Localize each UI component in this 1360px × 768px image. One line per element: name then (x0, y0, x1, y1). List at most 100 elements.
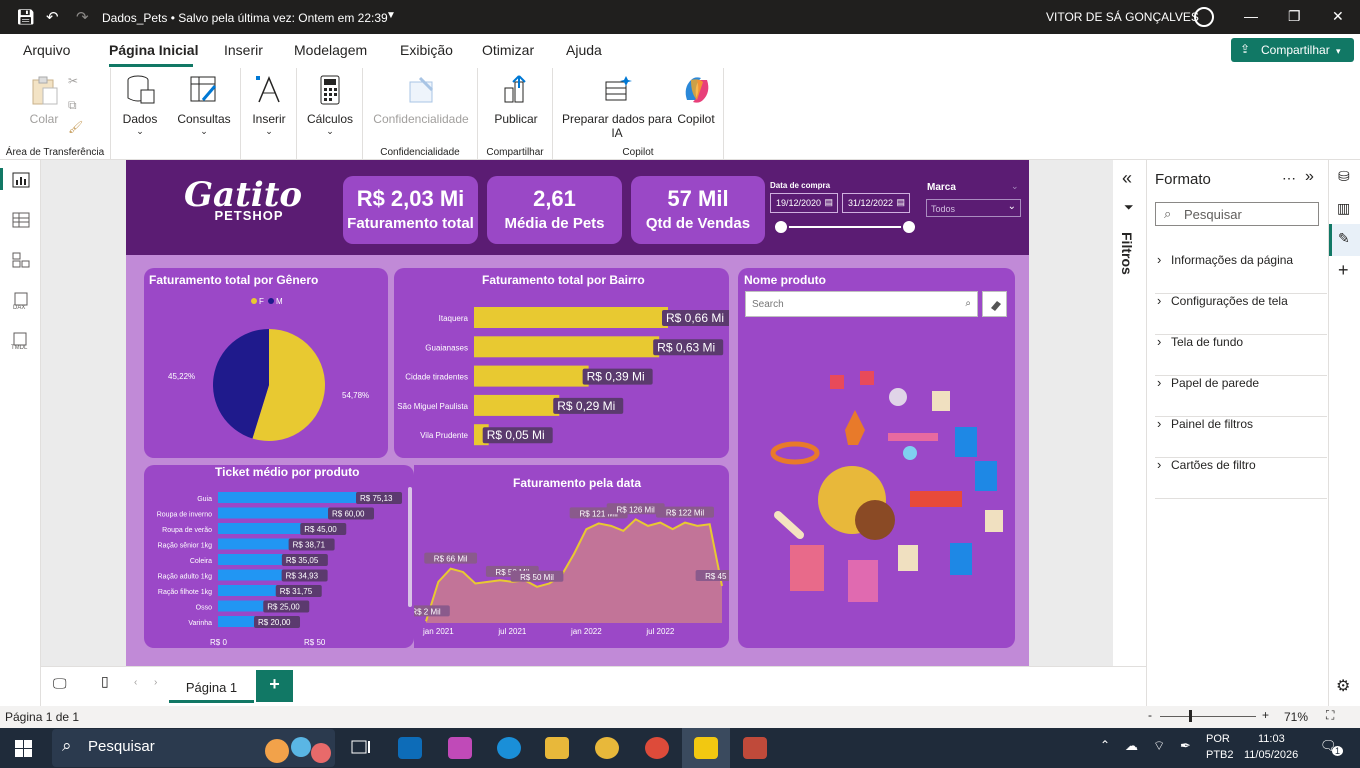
consultas-button[interactable]: Consultas ⌄ (177, 74, 231, 137)
ticket-scrollbar[interactable] (408, 487, 412, 607)
visualizations-icon[interactable]: ▥ (1337, 200, 1350, 217)
redo-icon[interactable]: ↷ (76, 8, 89, 26)
date-range-slider[interactable] (780, 226, 910, 228)
kpi-faturamento-card[interactable]: R$ 2,03 Mi Faturamento total (343, 176, 478, 244)
title-dropdown-icon[interactable]: ▼ (386, 10, 396, 21)
zoom-slider[interactable] (1160, 716, 1256, 717)
zoom-out-icon[interactable]: - (1148, 708, 1152, 722)
format-painter-icon[interactable]: 🖌︎ (68, 120, 83, 134)
taskbar-search[interactable]: ⌕ Pesquisar (52, 729, 335, 767)
format-pane-tab[interactable]: ✎ (1329, 224, 1360, 256)
section-informacoes-pagina[interactable]: › Informações da página (1155, 252, 1327, 294)
dados-button[interactable]: Dados ⌄ (121, 74, 159, 137)
model-view-icon[interactable] (11, 252, 31, 270)
edge-icon[interactable] (497, 737, 521, 759)
clear-selection-button[interactable] (982, 291, 1007, 317)
file-explorer-icon[interactable] (545, 737, 569, 759)
inserir-button[interactable]: Inserir ⌄ (249, 74, 289, 137)
bar-data-label: R$ 34,93 (286, 572, 319, 581)
fit-page-icon[interactable]: ⛶ (1326, 708, 1334, 723)
bar-data-label: R$ 75,13 (360, 494, 393, 503)
task-view-icon[interactable] (348, 737, 372, 759)
filters-pane-collapsed[interactable]: « ⏷ Filtros (1113, 160, 1146, 666)
report-view-icon[interactable] (11, 172, 31, 190)
tab-exibicao[interactable]: Exibição (400, 42, 453, 58)
wifi-icon[interactable]: ⌔ (1153, 738, 1165, 754)
publicar-button[interactable]: Publicar (492, 74, 540, 126)
collapse-pane-icon[interactable]: » (1305, 168, 1314, 186)
next-page-icon[interactable]: › (154, 677, 157, 688)
language-label[interactable]: POR (1206, 733, 1230, 745)
browser-icon[interactable] (595, 737, 619, 759)
tab-modelagem[interactable]: Modelagem (294, 42, 367, 58)
revenue-line-chart[interactable]: R$ 2 MilR$ 66 MilR$ 50 MilR$ 50 MilR$ 12… (414, 490, 729, 645)
copilot-app-icon[interactable] (448, 737, 472, 759)
tab-ajuda[interactable]: Ajuda (566, 42, 602, 58)
restore-icon[interactable]: ❐ (1288, 8, 1301, 25)
chrome-icon[interactable] (645, 737, 669, 759)
share-button[interactable]: ⇪ Compartilhar ▾ (1231, 38, 1354, 62)
tab-otimizar[interactable]: Otimizar (482, 42, 534, 58)
table-view-icon[interactable] (11, 212, 31, 230)
close-icon[interactable]: ✕ (1332, 8, 1344, 25)
avatar[interactable] (1194, 7, 1214, 27)
clock-time[interactable]: 11:03 (1258, 733, 1285, 745)
dax-query-icon[interactable]: DAX (11, 292, 31, 311)
zoom-slider-handle[interactable] (1189, 710, 1192, 722)
undo-icon[interactable]: ↶ (46, 8, 59, 26)
add-pane-icon[interactable]: + (1338, 260, 1349, 281)
save-icon[interactable]: 💾︎ (16, 8, 35, 26)
tab-inserir[interactable]: Inserir (224, 42, 263, 58)
section-configuracoes-tela[interactable]: › Configurações de tela (1155, 293, 1327, 335)
bar-data-label: R$ 0,39 Mi (587, 370, 645, 384)
tab-pagina-inicial[interactable]: Página Inicial (109, 42, 198, 58)
ticket-bar-chart[interactable]: Guia R$ 75,13 Roupa de inverno R$ 60,00 Roup… (144, 485, 406, 648)
copilot-button[interactable]: Copilot (673, 74, 719, 126)
more-options-icon[interactable]: ⋯ (1282, 170, 1296, 187)
cut-icon[interactable]: ✂ (68, 74, 78, 88)
pbi-tool-icon[interactable] (743, 737, 767, 759)
tray-chevron-icon[interactable]: ⌃ (1100, 738, 1110, 752)
windows-start-icon[interactable] (15, 740, 32, 757)
kpi-qtd-vendas-card[interactable]: 57 Mil Qtd de Vendas (631, 176, 765, 244)
section-tela-fundo[interactable]: › Tela de fundo (1155, 334, 1327, 376)
section-cartoes-filtro[interactable]: › Cartões de filtro (1155, 457, 1327, 499)
date-end-input[interactable]: 31/12/2022 ▤ (842, 193, 910, 213)
add-page-button[interactable]: + (256, 670, 293, 702)
power-bi-icon[interactable] (694, 737, 718, 759)
store-icon[interactable] (398, 737, 422, 759)
kpi-media-pets-card[interactable]: 2,61 Média de Pets (487, 176, 622, 244)
prev-page-icon[interactable]: ‹ (134, 677, 137, 688)
slider-start-handle[interactable] (773, 219, 789, 235)
produto-search-input[interactable]: Search ⌕ (745, 291, 978, 317)
clock-date[interactable]: 11/05/2026 (1244, 749, 1298, 761)
tab-arquivo[interactable]: Arquivo (23, 42, 70, 58)
calculos-button[interactable]: Cálculos ⌄ (305, 74, 355, 137)
preparar-dados-button[interactable]: Preparar dados para IA (559, 74, 675, 140)
page-tab[interactable]: Página 1 (169, 670, 254, 703)
minimize-icon[interactable]: — (1244, 8, 1258, 24)
date-start-input[interactable]: 19/12/2020 ▤ (770, 193, 838, 213)
pen-icon[interactable]: ✒ (1180, 738, 1191, 754)
section-painel-filtros[interactable]: › Painel de filtros (1155, 416, 1327, 458)
keyboard-label[interactable]: PTB2 (1206, 749, 1234, 761)
tmdl-view-icon[interactable]: TMDL (11, 332, 31, 351)
slider-end-handle[interactable] (901, 219, 917, 235)
copy-icon[interactable]: ⧉ (68, 98, 77, 113)
marca-dropdown[interactable]: Todos ⌄ (926, 199, 1021, 217)
page-counter: Página 1 de 1 (5, 710, 80, 724)
format-search-input[interactable]: ⌕ Pesquisar (1155, 202, 1319, 226)
section-papel-parede[interactable]: › Papel de parede (1155, 375, 1327, 417)
cloud-icon[interactable]: ☁ (1125, 738, 1138, 754)
desktop-layout-icon[interactable]: 🖵 (53, 675, 67, 692)
data-pane-icon[interactable]: ⛁ (1338, 168, 1350, 185)
mobile-layout-icon[interactable]: ▯ (101, 673, 109, 690)
pie-chart[interactable]: F M 45,22% 54,78% (144, 290, 388, 458)
settings-gear-icon[interactable]: ⚙ (1336, 676, 1350, 696)
bairro-bar-chart[interactable]: Itaquera R$ 0,66 Mi Guaianases R$ 0,63 Mi Ci… (394, 300, 729, 455)
zoom-in-icon[interactable]: + (1262, 708, 1269, 722)
expand-filters-icon[interactable]: « (1122, 168, 1132, 189)
paste-button[interactable]: Colar (28, 74, 60, 126)
confidencialidade-button[interactable]: Confidencialidade (371, 74, 471, 126)
bar-category-label: Itaquera (439, 314, 469, 323)
